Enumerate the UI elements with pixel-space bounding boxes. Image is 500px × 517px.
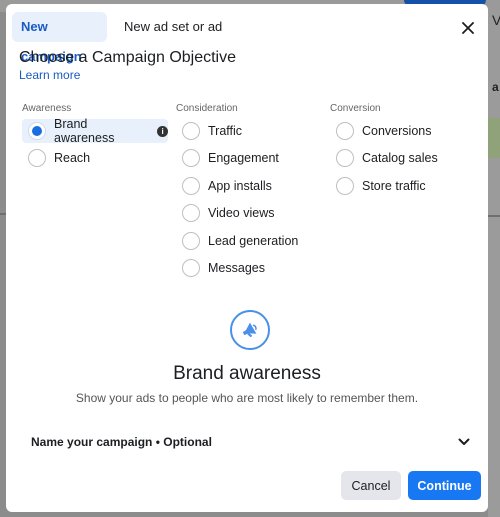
tab-new-campaign[interactable]: New campaign [12, 12, 107, 64]
objective-label: Video views [208, 206, 275, 220]
objective-label: Messages [208, 261, 265, 275]
objective-label: Reach [54, 151, 91, 165]
megaphone-icon [242, 322, 257, 338]
radio-button [28, 149, 46, 167]
objective-conversions[interactable]: Conversions [336, 119, 431, 143]
objective-store-traffic[interactable]: Store traffic [336, 174, 426, 198]
radio-button [182, 232, 200, 250]
radio-button [182, 204, 200, 222]
radio-button [182, 259, 200, 277]
objective-icon-circle [230, 310, 270, 350]
objective-reach[interactable]: Reach [28, 146, 90, 170]
radio-button [336, 177, 354, 195]
campaign-objective-dialog: New campaign New ad set or ad Choose a C… [6, 4, 488, 512]
background-app-banner [488, 118, 500, 158]
chevron-down-icon [457, 435, 471, 449]
radio-button [182, 122, 200, 140]
learn-more-link[interactable]: Learn more [19, 68, 80, 82]
close-icon [462, 22, 474, 34]
background-text: V [492, 12, 500, 28]
column-heading-conversion: Conversion [330, 103, 381, 114]
objective-label: Store traffic [362, 179, 426, 193]
objective-label: Brand awareness [54, 117, 115, 145]
radio-button [336, 149, 354, 167]
objective-catalog-sales[interactable]: Catalog sales [336, 146, 438, 170]
column-heading-awareness: Awareness [22, 103, 72, 114]
name-campaign-expander[interactable]: Name your campaign • Optional [31, 432, 471, 452]
objective-video-views[interactable]: Video views [182, 201, 274, 225]
dialog-title: Choose a Campaign Objective [19, 49, 237, 66]
background-text: a [492, 80, 499, 94]
close-button[interactable] [456, 16, 480, 40]
objective-engagement[interactable]: Engagement [182, 146, 279, 170]
objective-traffic[interactable]: Traffic [182, 119, 242, 143]
name-campaign-label: Name your campaign • Optional [31, 435, 212, 449]
column-heading-consideration: Consideration [176, 103, 238, 114]
objective-label: Conversions [362, 124, 432, 138]
objective-lead-generation[interactable]: Lead generation [182, 229, 298, 253]
objective-label: Traffic [208, 124, 243, 138]
objective-label: Lead generation [208, 234, 299, 248]
radio-button-selected [28, 122, 46, 140]
info-icon[interactable]: i [157, 125, 168, 137]
objective-brand-awareness[interactable]: Brand awareness i [22, 117, 168, 145]
objective-messages[interactable]: Messages [182, 256, 265, 280]
continue-button[interactable]: Continue [408, 471, 481, 500]
tab-new-ad-set-or-ad[interactable]: New ad set or ad [114, 12, 232, 42]
objective-app-installs[interactable]: App installs [182, 174, 272, 198]
objective-label: App installs [208, 179, 272, 193]
objective-preview-title: Brand awareness [173, 363, 321, 384]
objective-preview-description: Show your ads to people who are most lik… [75, 391, 419, 405]
background-divider [488, 215, 500, 217]
radio-button [182, 177, 200, 195]
objective-label: Engagement [208, 151, 279, 165]
objective-label: Catalog sales [362, 151, 438, 165]
radio-button [182, 149, 200, 167]
cancel-button[interactable]: Cancel [341, 471, 401, 500]
radio-button [336, 122, 354, 140]
